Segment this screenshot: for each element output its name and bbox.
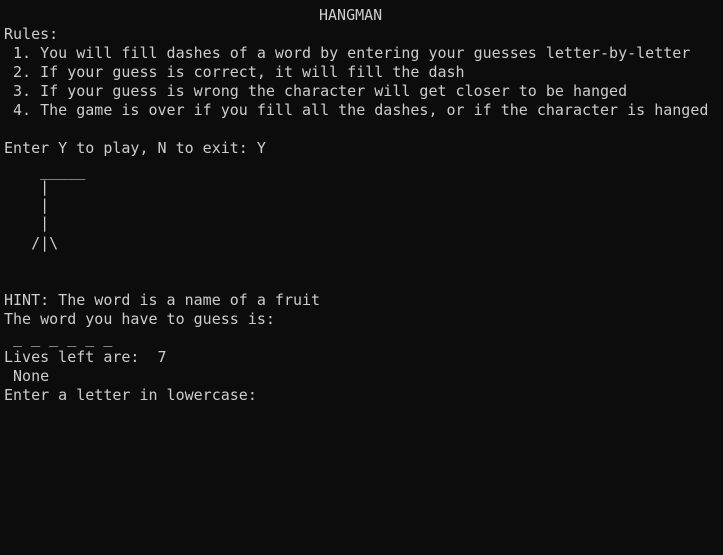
- game-title: HANGMAN: [319, 6, 383, 24]
- word-dashes: _ _ _ _ _ _: [4, 329, 113, 347]
- play-prompt: Enter Y to play, N to exit: Y: [4, 139, 266, 157]
- rule-item: 3. If your guess is wrong the character …: [4, 82, 628, 100]
- rules-heading: Rules:: [4, 25, 59, 43]
- gallows-line: |: [4, 214, 50, 232]
- hint-text: HINT: The word is a name of a fruit: [4, 291, 321, 309]
- lives-left: Lives left are: 7: [4, 348, 167, 366]
- word-prompt: The word you have to guess is:: [4, 310, 275, 328]
- guessed-letters: None: [4, 367, 50, 385]
- gallows-line: |: [4, 196, 50, 214]
- letter-input-prompt[interactable]: Enter a letter in lowercase:: [4, 386, 257, 405]
- gallows-line: /|\: [4, 234, 59, 252]
- gallows-line: |: [4, 178, 50, 196]
- rule-item: 2. If your guess is correct, it will fil…: [4, 63, 465, 81]
- rule-item: 4. The game is over if you fill all the …: [4, 101, 709, 119]
- terminal-window[interactable]: HANGMAN Rules: 1. You will fill dashes o…: [0, 0, 723, 555]
- rule-item: 1. You will fill dashes of a word by ent…: [4, 44, 691, 62]
- text-cursor: [257, 388, 266, 390]
